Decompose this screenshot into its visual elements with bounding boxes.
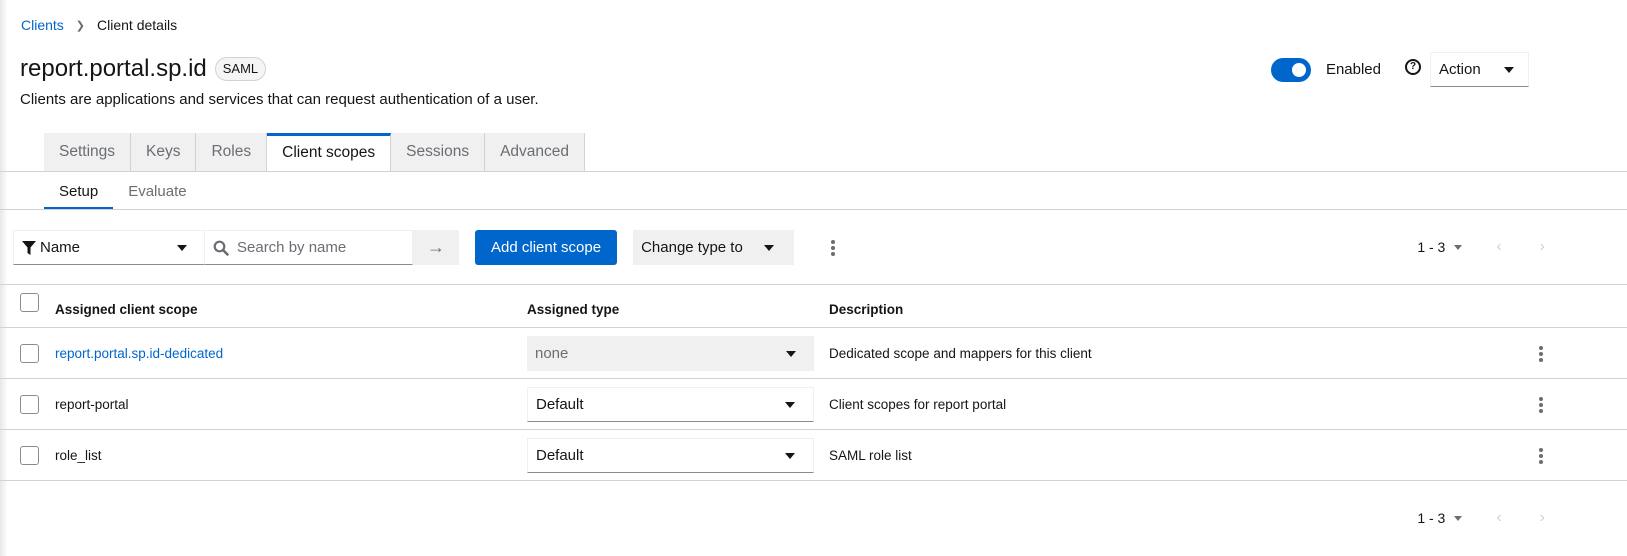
sub-tabs: Setup Evaluate xyxy=(44,172,202,210)
caret-down-icon xyxy=(177,244,187,251)
scope-name-link[interactable]: report.portal.sp.id-dedicated xyxy=(55,346,223,361)
enabled-toggle-label: Enabled xyxy=(1325,61,1381,78)
header-actions: Enabled ? Action xyxy=(1270,52,1529,87)
page-subtitle: Clients are applications and services th… xyxy=(20,91,539,108)
tab-roles[interactable]: Roles xyxy=(196,133,268,171)
column-header-description: Description xyxy=(829,301,904,317)
table-bottom-border xyxy=(0,480,1627,481)
scope-name: role_list xyxy=(55,448,102,463)
main-tabs: Settings Keys Roles Client scopes Sessio… xyxy=(44,133,586,172)
assigned-type-dropdown: none xyxy=(527,336,814,371)
title-row: report.portal.sp.id SAML xyxy=(20,55,267,83)
select-all-checkbox[interactable] xyxy=(20,293,39,312)
subtab-setup[interactable]: Setup xyxy=(44,172,114,210)
change-type-label: Change type to xyxy=(641,239,743,256)
add-client-scope-button[interactable]: Add client scope xyxy=(475,230,618,265)
pagination-top: 1 - 3 ‹ › xyxy=(1417,238,1545,256)
help-icon[interactable]: ? xyxy=(1405,58,1421,75)
scope-name: report-portal xyxy=(55,397,129,412)
assigned-type-value: Default xyxy=(536,396,584,413)
caret-down-icon xyxy=(785,452,795,459)
previous-page-icon[interactable]: ‹ xyxy=(1496,509,1501,527)
action-dropdown-label: Action xyxy=(1439,61,1481,78)
row-kebab-menu-icon[interactable] xyxy=(1533,447,1549,464)
tab-sessions[interactable]: Sessions xyxy=(391,133,486,171)
filter-attribute-label: Name xyxy=(40,239,81,256)
table-header-row: Assigned client scope Assigned type Desc… xyxy=(0,291,1627,327)
caret-down-icon xyxy=(1504,66,1514,73)
breadcrumb: Clients ❯ Client details xyxy=(21,17,177,33)
row-kebab-menu-icon[interactable] xyxy=(1533,345,1549,362)
search-icon xyxy=(213,240,229,256)
table-row: report.portal.sp.id-dedicated none Dedic… xyxy=(0,328,1627,379)
page-title: report.portal.sp.id xyxy=(20,55,207,82)
assigned-type-dropdown[interactable]: Default xyxy=(527,387,814,422)
row-checkbox[interactable] xyxy=(20,395,39,414)
column-header-type[interactable]: Assigned type xyxy=(527,302,619,317)
table-top-border xyxy=(0,284,1627,285)
scope-description: Dedicated scope and mappers for this cli… xyxy=(829,346,1092,361)
next-page-icon[interactable]: › xyxy=(1540,509,1545,527)
client-details-page: Clients ❯ Client details report.portal.s… xyxy=(0,0,1627,556)
breadcrumb-separator-icon: ❯ xyxy=(75,19,86,32)
filter-icon xyxy=(22,240,36,255)
protocol-badge: SAML xyxy=(214,57,267,81)
caret-down-icon xyxy=(785,401,795,408)
search-field xyxy=(205,230,413,265)
row-checkbox[interactable] xyxy=(20,344,39,363)
breadcrumb-current: Client details xyxy=(97,17,178,33)
enabled-toggle[interactable] xyxy=(1270,57,1311,82)
table-row: report-portal Default Client scopes for … xyxy=(0,379,1627,430)
pagination-range[interactable]: 1 - 3 xyxy=(1417,510,1445,526)
caret-down-icon xyxy=(764,244,775,251)
tab-advanced[interactable]: Advanced xyxy=(485,133,586,171)
assigned-type-value: none xyxy=(535,345,569,362)
arrow-right-icon: → xyxy=(427,237,445,257)
toolbar-kebab-menu-icon[interactable] xyxy=(825,239,841,256)
assigned-type-value: Default xyxy=(536,447,584,464)
pagination-bottom: 1 - 3 ‹ › xyxy=(1417,509,1545,527)
search-input[interactable] xyxy=(237,239,407,256)
tab-client-scopes[interactable]: Client scopes xyxy=(267,133,392,172)
subtabs-divider xyxy=(0,209,1627,210)
table-row: role_list Default SAML role list xyxy=(0,430,1627,481)
column-header-scope[interactable]: Assigned client scope xyxy=(55,302,198,317)
breadcrumb-clients-link[interactable]: Clients xyxy=(21,17,64,33)
tabs-divider xyxy=(0,171,1627,172)
previous-page-icon[interactable]: ‹ xyxy=(1496,238,1501,256)
row-checkbox[interactable] xyxy=(20,446,39,465)
tab-settings[interactable]: Settings xyxy=(44,133,132,171)
subtab-evaluate[interactable]: Evaluate xyxy=(113,172,201,210)
caret-down-icon[interactable] xyxy=(1454,515,1463,521)
scope-description: Client scopes for report portal xyxy=(829,397,1007,412)
change-type-dropdown[interactable]: Change type to xyxy=(633,230,795,265)
filter-attribute-dropdown[interactable]: Name xyxy=(13,230,205,265)
pagination-range[interactable]: 1 - 3 xyxy=(1417,239,1445,255)
search-submit-button[interactable]: → xyxy=(413,230,459,265)
row-kebab-menu-icon[interactable] xyxy=(1533,396,1549,413)
scope-description: SAML role list xyxy=(829,448,912,463)
table-toolbar: Name → Add client scope Change type to xyxy=(13,230,841,265)
assigned-type-dropdown[interactable]: Default xyxy=(527,438,814,473)
action-dropdown[interactable]: Action xyxy=(1430,52,1529,87)
tab-keys[interactable]: Keys xyxy=(131,133,197,171)
caret-down-icon xyxy=(786,350,796,357)
caret-down-icon[interactable] xyxy=(1454,244,1463,250)
next-page-icon[interactable]: › xyxy=(1540,238,1545,256)
